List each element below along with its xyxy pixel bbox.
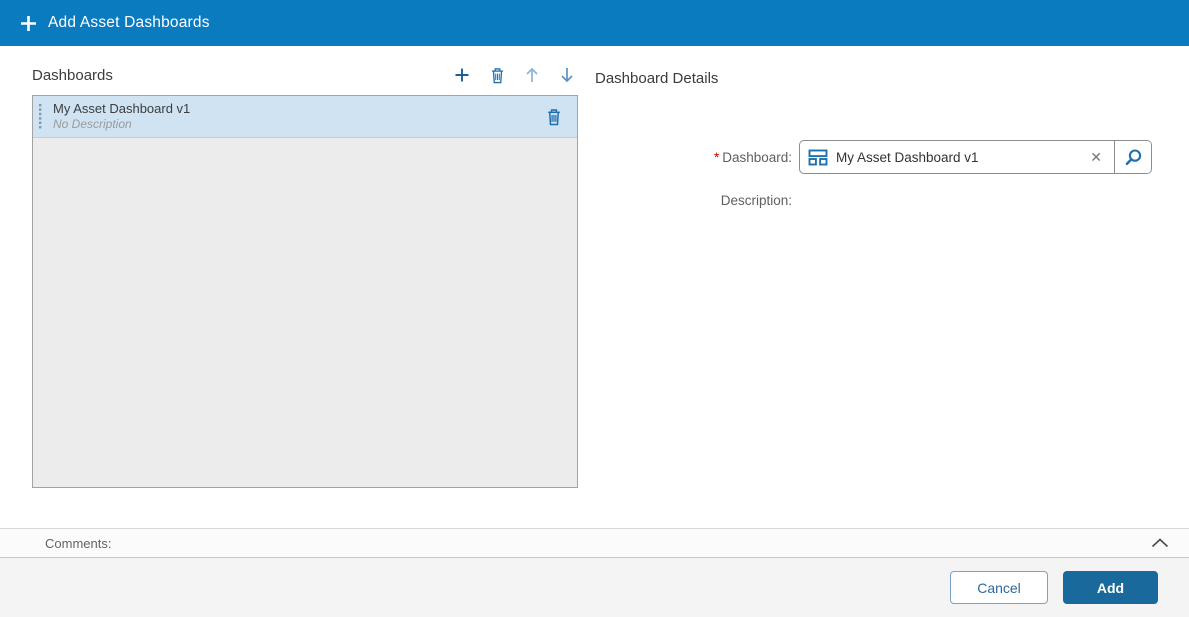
list-item[interactable]: My Asset Dashboard v1 No Description [33, 96, 577, 138]
details-title: Dashboard Details [595, 70, 718, 87]
list-item-description: No Description [53, 117, 546, 132]
dashboard-field-row: *Dashboard: My Asset Dashboard v1 ✕ [595, 140, 1152, 174]
arrow-down-icon [560, 67, 574, 83]
dialog-footer: Cancel Add [0, 558, 1189, 617]
cancel-button[interactable]: Cancel [950, 571, 1048, 604]
dashboard-field[interactable]: My Asset Dashboard v1 ✕ [799, 140, 1152, 174]
search-button[interactable] [1114, 141, 1151, 173]
dialog-title: Add Asset Dashboards [48, 14, 210, 32]
dialog-header: Add Asset Dashboards [0, 0, 1189, 46]
comments-label: Comments: [45, 536, 111, 551]
delete-dashboard-button[interactable] [488, 65, 506, 85]
move-up-button[interactable] [523, 65, 541, 85]
add-icon [20, 15, 37, 32]
comments-bar: Comments: [0, 528, 1189, 558]
clear-icon[interactable]: ✕ [1084, 148, 1108, 166]
add-dashboard-button[interactable] [453, 65, 471, 85]
list-toolbar [453, 65, 578, 85]
dashboard-field-main: My Asset Dashboard v1 ✕ [800, 141, 1114, 173]
trash-icon [490, 67, 505, 84]
dashboards-list[interactable]: My Asset Dashboard v1 No Description [32, 95, 578, 488]
description-field-row: Description: [595, 193, 799, 208]
list-item-text: My Asset Dashboard v1 No Description [53, 101, 546, 132]
dashboard-icon [808, 149, 828, 166]
drag-handle-icon[interactable] [38, 103, 43, 131]
required-marker: * [714, 150, 719, 165]
trash-icon [546, 108, 562, 126]
chevron-up-icon [1151, 538, 1169, 548]
dashboard-field-label: *Dashboard: [595, 150, 799, 165]
plus-icon [454, 67, 470, 83]
arrow-up-icon [525, 67, 539, 83]
dashboards-list-title: Dashboards [32, 67, 113, 84]
comments-collapse-button[interactable] [1149, 536, 1171, 550]
delete-item-button[interactable] [546, 108, 562, 126]
add-button[interactable]: Add [1063, 571, 1158, 604]
list-item-title: My Asset Dashboard v1 [53, 101, 546, 117]
dashboard-field-value: My Asset Dashboard v1 [836, 150, 1084, 165]
move-down-button[interactable] [558, 65, 576, 85]
search-icon [1124, 148, 1143, 167]
description-field-label: Description: [595, 193, 799, 208]
